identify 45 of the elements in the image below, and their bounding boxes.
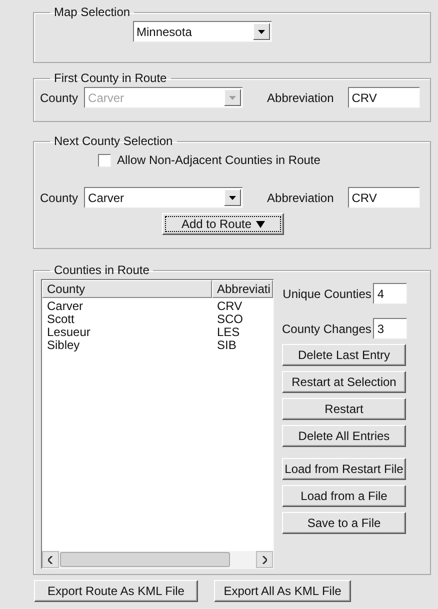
column-header[interactable]: County (42, 280, 212, 298)
action-button[interactable]: Save to a File (282, 512, 406, 534)
export-button[interactable]: Export Route As KML File (34, 580, 198, 602)
table-cell-text: Lesueur (46, 326, 92, 339)
field-label: County (40, 190, 78, 204)
checkbox[interactable] (98, 154, 111, 166)
group-title: Next County Selection (53, 134, 174, 148)
group-title: Counties in Route (53, 263, 150, 277)
abbreviation-field[interactable]: CRV (348, 187, 420, 208)
next-county-dropdown[interactable]: Carver (84, 187, 244, 208)
table-cell-text: CRV (216, 300, 244, 313)
add-to-route-button[interactable]: Add to Route (162, 213, 284, 235)
field-label: County (40, 90, 78, 104)
caret-icon (258, 30, 264, 34)
field-label: Unique Counties (282, 286, 372, 300)
table-cell-text: Carver (46, 300, 84, 313)
action-button[interactable]: Delete Last Entry (282, 344, 406, 366)
caret-icon (229, 96, 236, 100)
count-field[interactable]: 4 (373, 283, 408, 304)
field-label: Abbreviation (267, 90, 334, 104)
action-button[interactable]: Load from Restart File (282, 458, 406, 480)
group-title: First County in Route (53, 71, 168, 85)
field-label: County Changes (282, 322, 372, 336)
column-header[interactable]: Abbreviati (212, 280, 273, 298)
action-button[interactable]: Restart (282, 398, 406, 420)
count-field[interactable]: 3 (373, 318, 408, 339)
action-button[interactable]: Load from a File (282, 485, 406, 507)
caret-icon (229, 196, 236, 200)
field-label: Abbreviation (267, 190, 334, 204)
action-button[interactable]: Restart at Selection (282, 371, 406, 393)
table-cell-text: Sibley (46, 339, 81, 352)
state-dropdown[interactable]: Minnesota (132, 21, 272, 42)
checkbox-label: Allow Non-Adjacent Counties in Route (117, 153, 320, 167)
table-cell-text: SCO (216, 313, 244, 326)
scrollbar-thumb[interactable] (60, 552, 230, 567)
table-cell-text: Scott (46, 313, 76, 326)
export-button[interactable]: Export All As KML File (214, 580, 351, 602)
group-title: Map Selection (53, 5, 132, 19)
action-button[interactable]: Delete All Entries (282, 425, 406, 447)
scroll-left-icon[interactable] (42, 551, 59, 568)
county-list[interactable]: County Abbreviati Carver CRV Scott SCO Lesueur LES Sibley SIB (41, 279, 274, 569)
scroll-right-icon[interactable] (256, 551, 273, 568)
table-cell-text: LES (216, 326, 241, 339)
table-cell-text: SIB (216, 339, 238, 352)
caret-icon (256, 220, 265, 228)
